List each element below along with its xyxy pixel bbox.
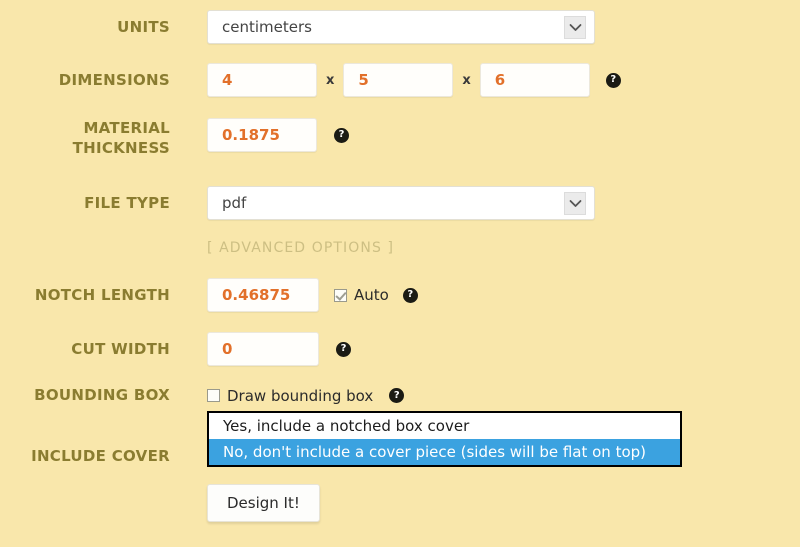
cut-width-value: 0 bbox=[222, 340, 233, 358]
file-type-select[interactable]: pdf bbox=[207, 186, 595, 220]
units-label: UNITS bbox=[117, 17, 170, 36]
include-cover-option-1[interactable]: No, don't include a cover piece (sides w… bbox=[209, 439, 680, 465]
submit-control: Design It! bbox=[207, 484, 320, 522]
material-thickness-control: 0.1875 ? bbox=[207, 118, 349, 152]
cut-width-control: 0 ? bbox=[207, 332, 351, 366]
advanced-options-toggle[interactable]: [ ADVANCED OPTIONS ] bbox=[207, 240, 394, 256]
bounding-box-label: BOUNDING BOX bbox=[34, 386, 170, 404]
dimension-height-input[interactable]: 6 bbox=[479, 63, 590, 97]
notch-length-input[interactable]: 0.46875 bbox=[207, 278, 319, 312]
form-row-advanced-options: [ ADVANCED OPTIONS ] bbox=[0, 240, 394, 256]
form-row-notch-length: NOTCH LENGTH 0.46875 Auto ? bbox=[0, 278, 418, 312]
file-type-label: FILE TYPE bbox=[84, 193, 170, 212]
form-row-submit: Design It! bbox=[0, 484, 320, 522]
form-row-cut-width: CUT WIDTH 0 ? bbox=[0, 332, 351, 366]
form-row-material-thickness: MATERIAL THICKNESS 0.1875 ? bbox=[0, 118, 349, 158]
dimension-width-input[interactable]: 5 bbox=[343, 63, 454, 97]
material-thickness-input[interactable]: 0.1875 bbox=[207, 118, 317, 152]
form-row-file-type: FILE TYPE pdf bbox=[0, 186, 595, 220]
dimensions-label: DIMENSIONS bbox=[58, 70, 170, 89]
form-row-include-cover: INCLUDE COVER Yes, include a notched box… bbox=[0, 411, 682, 467]
dimension-length-value: 4 bbox=[222, 71, 233, 89]
material-thickness-value: 0.1875 bbox=[222, 126, 280, 144]
file-type-select-value: pdf bbox=[222, 194, 247, 212]
material-thickness-help-icon[interactable]: ? bbox=[334, 127, 349, 143]
notch-length-value: 0.46875 bbox=[222, 286, 291, 304]
draw-bounding-box-label: Draw bounding box bbox=[227, 386, 374, 405]
cut-width-input[interactable]: 0 bbox=[207, 332, 319, 366]
material-thickness-label-line2: THICKNESS bbox=[72, 139, 170, 157]
file-type-control: pdf bbox=[207, 186, 595, 220]
notch-auto-checkbox[interactable] bbox=[334, 288, 347, 302]
units-control: centimeters bbox=[207, 10, 595, 44]
form-row-bounding-box: BOUNDING BOX Draw bounding box ? bbox=[0, 386, 405, 405]
cut-width-label: CUT WIDTH bbox=[71, 339, 170, 358]
dimensions-control: 4 x 5 x 6 ? bbox=[207, 63, 621, 97]
units-select[interactable]: centimeters bbox=[207, 10, 595, 44]
chevron-down-icon[interactable] bbox=[564, 16, 586, 39]
material-thickness-label-line1: MATERIAL bbox=[83, 119, 170, 137]
chevron-down-icon[interactable] bbox=[564, 192, 586, 215]
material-thickness-label: MATERIAL THICKNESS bbox=[0, 118, 170, 158]
draw-bounding-box-checkbox[interactable] bbox=[207, 389, 220, 402]
notch-length-help-icon[interactable]: ? bbox=[402, 287, 418, 303]
dimensions-help-icon[interactable]: ? bbox=[605, 72, 621, 88]
dimension-width-value: 5 bbox=[358, 71, 369, 89]
units-select-value: centimeters bbox=[222, 18, 312, 36]
include-cover-label: INCLUDE COVER bbox=[31, 446, 170, 465]
dimension-length-input[interactable]: 4 bbox=[207, 63, 317, 97]
include-cover-option-0[interactable]: Yes, include a notched box cover bbox=[209, 413, 680, 439]
box-designer-form: UNITS centimeters DIMENSIONS 4 x 5 x 6 ?… bbox=[0, 0, 800, 547]
dimension-separator-2: x bbox=[462, 72, 471, 88]
advanced-options-control: [ ADVANCED OPTIONS ] bbox=[207, 240, 394, 256]
form-row-units: UNITS centimeters bbox=[0, 10, 595, 44]
form-row-dimensions: DIMENSIONS 4 x 5 x 6 ? bbox=[0, 63, 621, 97]
dimension-separator-1: x bbox=[326, 72, 335, 88]
bounding-box-help-icon[interactable]: ? bbox=[389, 388, 405, 403]
notch-length-label: NOTCH LENGTH bbox=[34, 285, 170, 304]
notch-length-control: 0.46875 Auto ? bbox=[207, 278, 418, 312]
dimension-height-value: 6 bbox=[494, 71, 506, 89]
include-cover-control: Yes, include a notched box cover No, don… bbox=[207, 411, 682, 467]
notch-auto-label: Auto bbox=[354, 286, 389, 304]
design-it-button[interactable]: Design It! bbox=[207, 484, 320, 522]
bounding-box-control: Draw bounding box ? bbox=[207, 386, 405, 405]
include-cover-listbox[interactable]: Yes, include a notched box cover No, don… bbox=[207, 411, 682, 467]
cut-width-help-icon[interactable]: ? bbox=[336, 341, 351, 357]
